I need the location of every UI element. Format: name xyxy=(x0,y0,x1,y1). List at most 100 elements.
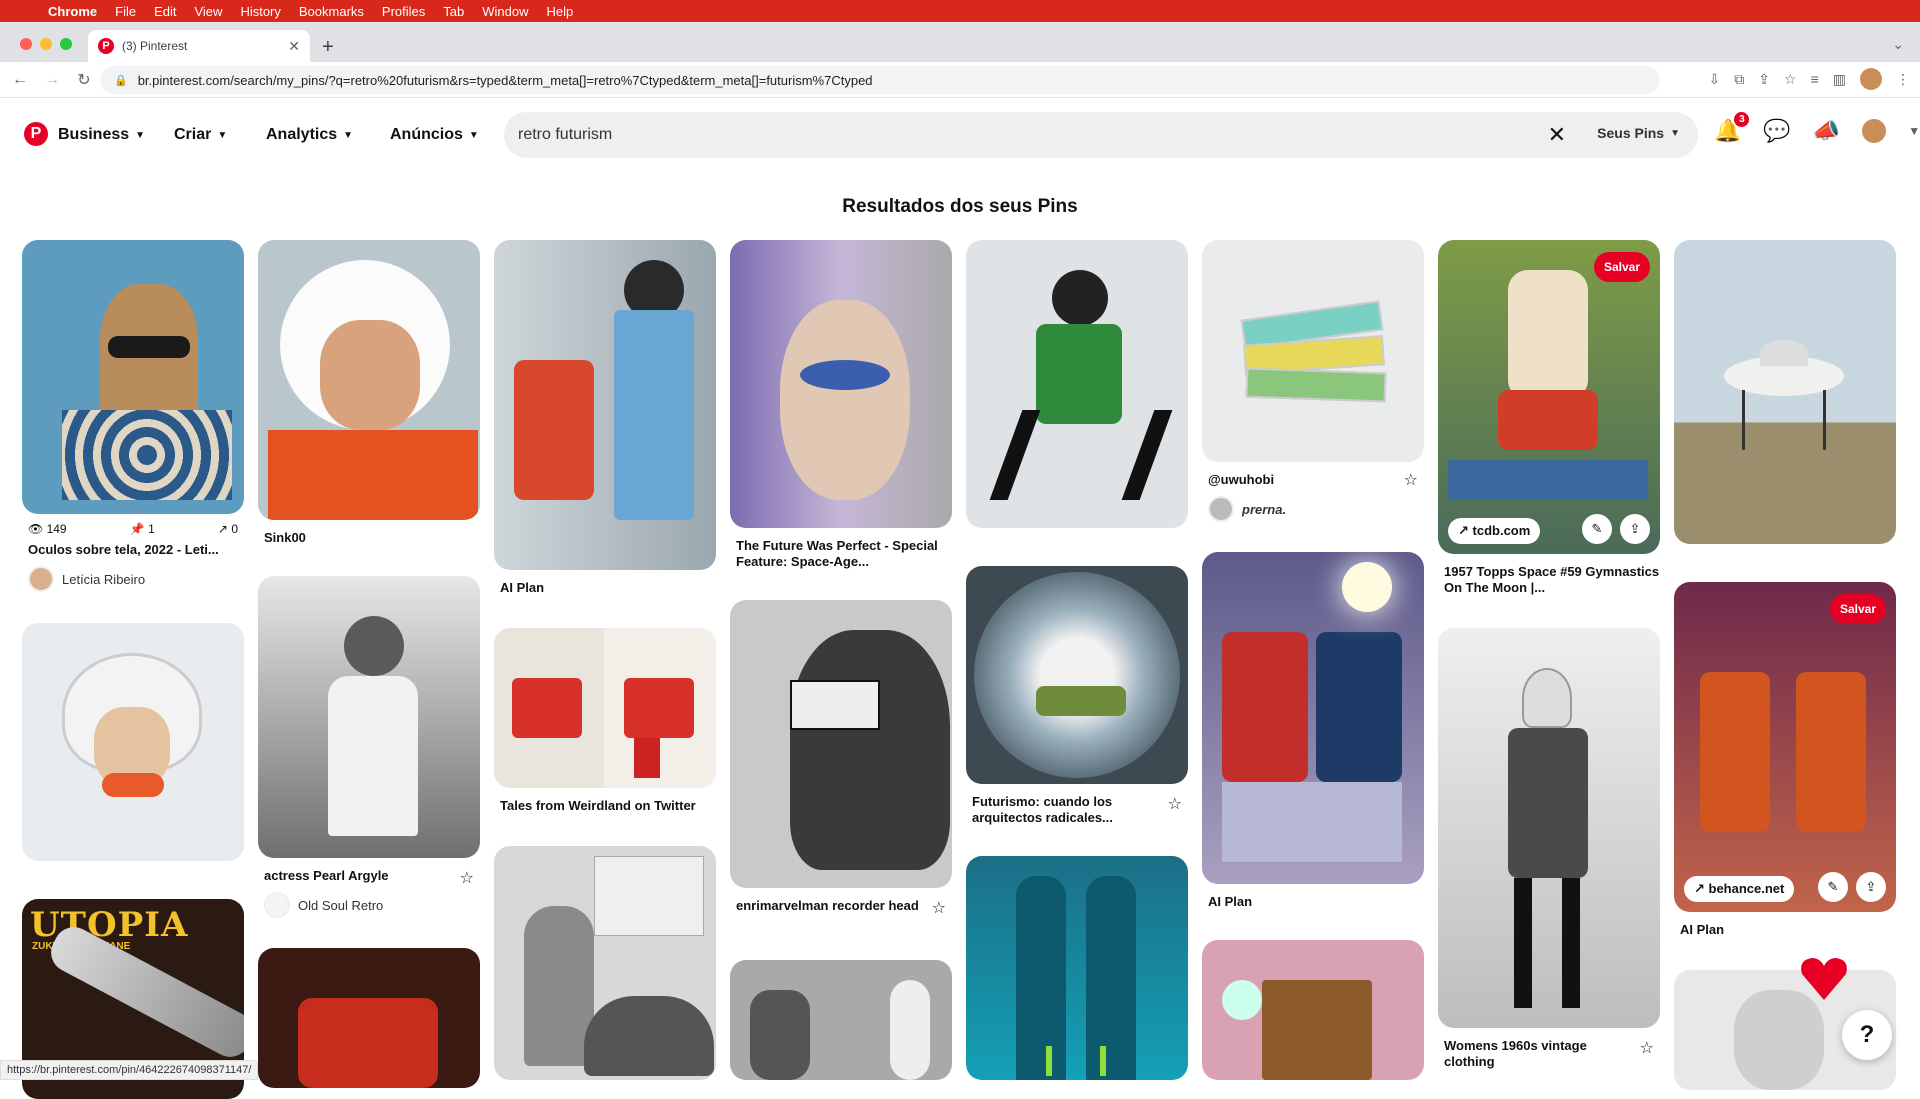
nav-criar[interactable]: Criar▼ xyxy=(174,126,227,144)
pin-user[interactable]: prerna. xyxy=(1202,496,1424,522)
star-icon[interactable]: ☆ xyxy=(460,868,474,888)
save-button[interactable]: Salvar xyxy=(1594,252,1650,282)
pin-card[interactable] xyxy=(1674,240,1896,544)
pin-card[interactable]: AI Plan xyxy=(1202,552,1424,910)
link-pill[interactable]: ↗ behance.net xyxy=(1684,876,1794,902)
pin-card[interactable]: Sink00 xyxy=(258,240,480,546)
pin-card[interactable]: actress Pearl Argyle ☆ Old Soul Retro xyxy=(258,576,480,918)
pin-card[interactable]: Tales from Weirdland on Twitter xyxy=(494,628,716,814)
close-tab-icon[interactable]: ✕ xyxy=(288,38,300,55)
search-input[interactable]: retro futurism ✕ Seus Pins▼ xyxy=(504,112,1698,158)
address-bar[interactable]: 🔒 br.pinterest.com/search/my_pins/?q=ret… xyxy=(100,66,1660,94)
pin-card[interactable]: @uwuhobi ☆ prerna. xyxy=(1202,240,1424,522)
star-icon[interactable]: ☆ xyxy=(1640,1038,1654,1058)
pin-image[interactable] xyxy=(494,628,716,788)
side-panel-icon[interactable]: ▥ xyxy=(1833,71,1846,88)
nav-analytics[interactable]: Analytics▼ xyxy=(266,126,353,144)
pin-card[interactable]: AI Plan xyxy=(494,240,716,596)
minimize-window-button[interactable] xyxy=(40,38,52,50)
menu-tab[interactable]: Tab xyxy=(443,4,464,19)
menu-file[interactable]: File xyxy=(115,4,136,19)
install-icon[interactable]: ⇩ xyxy=(1709,71,1721,88)
pin-image[interactable] xyxy=(966,856,1188,1080)
pin-image[interactable] xyxy=(730,240,952,528)
profile-avatar[interactable] xyxy=(1860,68,1882,90)
help-button[interactable]: ? xyxy=(1842,1010,1892,1060)
forward-arrow-icon[interactable]: → xyxy=(40,71,64,89)
pin-title[interactable]: Futurismo: cuando los arquitectos radica… xyxy=(966,794,1188,826)
menu-profiles[interactable]: Profiles xyxy=(382,4,425,19)
pin-card[interactable]: 👁 149 📌 1 ↗ 0 Oculos sobre tela, 2022 - … xyxy=(22,240,244,592)
pin-title[interactable]: Sink00 xyxy=(258,530,480,546)
pin-image[interactable] xyxy=(1674,240,1896,544)
pin-image[interactable]: Salvar ↗ tcdb.com ✎ ⇪ xyxy=(1438,240,1660,554)
link-pill[interactable]: ↗ tcdb.com xyxy=(1448,518,1540,544)
pin-title[interactable]: The Future Was Perfect - Special Feature… xyxy=(730,538,952,570)
menu-bookmarks[interactable]: Bookmarks xyxy=(299,4,364,19)
pin-image[interactable] xyxy=(966,566,1188,784)
pin-card[interactable] xyxy=(494,846,716,1080)
nav-business[interactable]: Business▼ xyxy=(58,126,145,144)
star-icon[interactable]: ☆ xyxy=(932,898,946,918)
star-icon[interactable]: ☆ xyxy=(1168,794,1182,814)
bookmark-star-icon[interactable]: ☆ xyxy=(1784,71,1797,88)
pin-card[interactable] xyxy=(966,856,1188,1080)
messages-icon[interactable]: 💬 xyxy=(1763,118,1790,144)
tab-search-chevron-icon[interactable]: ⌄ xyxy=(1892,36,1904,53)
reading-list-icon[interactable]: ≡ xyxy=(1811,71,1819,87)
pin-image[interactable] xyxy=(22,623,244,861)
edit-pencil-icon[interactable]: ✎ xyxy=(1818,872,1848,902)
clear-search-icon[interactable]: ✕ xyxy=(1548,122,1566,148)
pin-title[interactable]: Tales from Weirdland on Twitter xyxy=(494,798,716,814)
pin-image[interactable] xyxy=(1438,628,1660,1028)
pin-image[interactable] xyxy=(1202,940,1424,1080)
pin-title[interactable]: Oculos sobre tela, 2022 - Leti... xyxy=(22,542,244,558)
pin-title[interactable]: 1957 Topps Space #59 Gymnastics On The M… xyxy=(1438,564,1660,596)
pin-user[interactable]: Letícia Ribeiro xyxy=(22,566,244,592)
menu-history[interactable]: History xyxy=(240,4,280,19)
pin-card[interactable] xyxy=(730,960,952,1080)
pin-card[interactable]: enrimarvelman recorder head ☆ xyxy=(730,600,952,914)
pin-title[interactable]: AI Plan xyxy=(1674,922,1896,938)
menu-view[interactable]: View xyxy=(194,4,222,19)
pin-image[interactable] xyxy=(966,240,1188,528)
pin-card[interactable]: Womens 1960s vintage clothing ☆ xyxy=(1438,628,1660,1070)
translate-icon[interactable]: ⧉ xyxy=(1734,71,1744,88)
share-upload-icon[interactable]: ⇪ xyxy=(1856,872,1886,902)
menu-edit[interactable]: Edit xyxy=(154,4,176,19)
pin-image[interactable] xyxy=(258,948,480,1088)
pin-image[interactable] xyxy=(494,846,716,1080)
share-icon[interactable]: ⇪ xyxy=(1758,71,1770,88)
star-icon[interactable]: ☆ xyxy=(1404,470,1418,490)
pin-title[interactable]: enrimarvelman recorder head xyxy=(730,898,952,914)
browser-tab-pinterest[interactable]: P (3) Pinterest ✕ xyxy=(88,30,310,62)
lock-icon[interactable]: 🔒 xyxy=(114,74,128,87)
red-heart-icon[interactable] xyxy=(1794,948,1854,1008)
pin-card[interactable]: The Future Was Perfect - Special Feature… xyxy=(730,240,952,570)
menu-help[interactable]: Help xyxy=(547,4,574,19)
pin-user[interactable]: Old Soul Retro xyxy=(258,892,480,918)
maximize-window-button[interactable] xyxy=(60,38,72,50)
user-avatar[interactable] xyxy=(1862,119,1886,143)
pin-title[interactable]: actress Pearl Argyle xyxy=(258,868,480,884)
menu-window[interactable]: Window xyxy=(482,4,528,19)
pin-card[interactable] xyxy=(966,240,1188,528)
notifications-bell-icon[interactable]: 🔔3 xyxy=(1714,118,1741,144)
pin-title[interactable]: AI Plan xyxy=(494,580,716,596)
pin-image[interactable] xyxy=(258,576,480,858)
share-upload-icon[interactable]: ⇪ xyxy=(1620,514,1650,544)
pin-title[interactable]: AI Plan xyxy=(1202,894,1424,910)
account-chevron-down-icon[interactable]: ▼ xyxy=(1908,124,1920,138)
save-button[interactable]: Salvar xyxy=(1830,594,1886,624)
pin-card[interactable] xyxy=(22,623,244,861)
pin-card[interactable] xyxy=(258,948,480,1088)
new-tab-icon[interactable]: + xyxy=(322,36,334,59)
back-arrow-icon[interactable]: ← xyxy=(8,71,32,89)
pin-image[interactable] xyxy=(730,600,952,888)
search-scope-dropdown[interactable]: Seus Pins▼ xyxy=(1597,125,1680,141)
edit-pencil-icon[interactable]: ✎ xyxy=(1582,514,1612,544)
close-window-button[interactable] xyxy=(20,38,32,50)
pinterest-logo-icon[interactable]: P xyxy=(24,122,48,146)
pin-card[interactable]: Salvar ↗ tcdb.com ✎ ⇪ 1957 Topps Space #… xyxy=(1438,240,1660,596)
pin-title[interactable]: Womens 1960s vintage clothing xyxy=(1438,1038,1660,1070)
